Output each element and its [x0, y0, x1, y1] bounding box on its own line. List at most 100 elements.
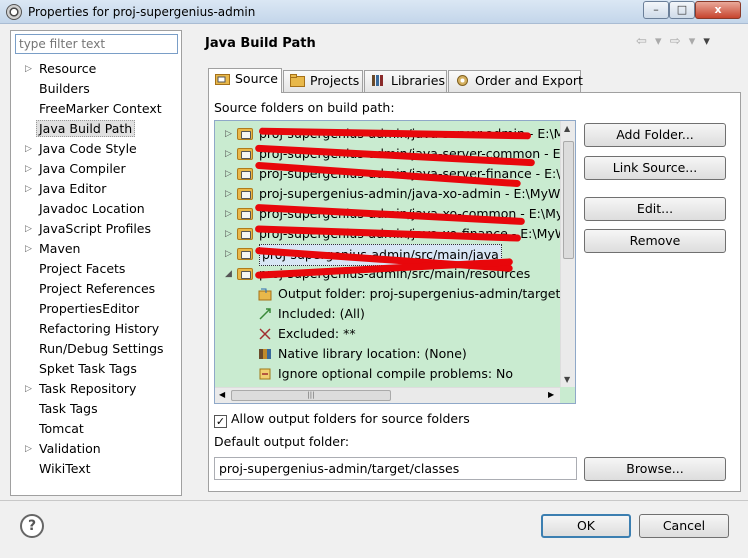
- source-folder-row[interactable]: ▷ proj-supergenius-admin/java-xo-admin - …: [215, 184, 572, 204]
- default-output-field[interactable]: proj-supergenius-admin/target/classes: [214, 457, 577, 480]
- nav-item[interactable]: FreeMarker Context: [11, 99, 181, 119]
- nav-item[interactable]: Tomcat: [11, 419, 181, 439]
- expand-arrow-icon[interactable]: ▷: [25, 379, 32, 399]
- expand-arrow-icon[interactable]: ▷: [225, 164, 232, 184]
- history-nav: ⇦ ▾ ⇨ ▾ ▾: [636, 34, 712, 49]
- ok-button[interactable]: OK: [541, 514, 631, 538]
- minimize-button[interactable]: –: [643, 1, 669, 19]
- nav-item[interactable]: Run/Debug Settings: [11, 339, 181, 359]
- nav-item[interactable]: Spket Task Tags: [11, 359, 181, 379]
- libraries-icon: [372, 75, 383, 86]
- cancel-button[interactable]: Cancel: [639, 514, 729, 538]
- nav-item[interactable]: ▷ Validation: [11, 439, 181, 459]
- expand-arrow-icon[interactable]: ▷: [225, 224, 232, 244]
- tab-order-and-export[interactable]: Order and Export: [448, 70, 583, 92]
- expand-arrow-icon[interactable]: ▷: [225, 244, 232, 264]
- nav-item[interactable]: Project References: [11, 279, 181, 299]
- scroll-left-icon[interactable]: ◀: [219, 390, 225, 399]
- browse-button[interactable]: Browse...: [584, 457, 726, 481]
- nav-item[interactable]: ▷ Java Code Style: [11, 139, 181, 159]
- expand-arrow-icon[interactable]: ▷: [225, 124, 232, 144]
- source-folders-label: Source folders on build path:: [214, 100, 395, 115]
- scroll-down-icon[interactable]: ▼: [564, 375, 570, 384]
- nav-item[interactable]: PropertiesEditor: [11, 299, 181, 319]
- nav-item-label: Project Facets: [39, 261, 126, 276]
- nav-item[interactable]: ▷ Maven: [11, 239, 181, 259]
- help-icon[interactable]: ?: [20, 514, 44, 538]
- tab-libraries[interactable]: Libraries: [364, 70, 447, 92]
- tree-row-label: Ignore optional compile problems: No: [278, 366, 514, 381]
- expand-arrow-icon[interactable]: ▷: [25, 179, 32, 199]
- allow-output-checkbox[interactable]: ✓: [214, 415, 227, 428]
- tab-projects[interactable]: Projects: [283, 70, 363, 92]
- tab-libraries-label: Libraries: [391, 73, 445, 88]
- maximize-button[interactable]: □: [669, 1, 695, 19]
- vertical-scroll-thumb[interactable]: [563, 141, 574, 259]
- back-icon[interactable]: ⇦ ▾: [636, 34, 664, 49]
- expand-arrow-icon[interactable]: ▷: [225, 184, 232, 204]
- expand-arrow-icon[interactable]: ▷: [225, 144, 232, 164]
- nav-item[interactable]: WikiText: [11, 459, 181, 479]
- nav-item[interactable]: Javadoc Location: [11, 199, 181, 219]
- view-menu-icon[interactable]: ▾: [703, 34, 712, 49]
- source-folder-icon: [237, 228, 253, 240]
- nav-item-label: Project References: [39, 281, 156, 296]
- source-folder-icon: [237, 148, 253, 160]
- filter-input[interactable]: [15, 34, 178, 54]
- nav-item-label: Task Repository: [39, 381, 137, 396]
- collapse-arrow-icon[interactable]: ◢: [225, 264, 232, 284]
- tree-row-label: Output folder: proj-supergenius-admin/ta…: [278, 286, 575, 301]
- nav-item[interactable]: Refactoring History: [11, 319, 181, 339]
- tab-source[interactable]: Source: [208, 68, 282, 93]
- link-source-button[interactable]: Link Source...: [584, 156, 726, 180]
- nav-item[interactable]: ▷ Java Editor: [11, 179, 181, 199]
- tree-row-label: Included: (All): [278, 306, 365, 321]
- edit-button[interactable]: Edit...: [584, 197, 726, 221]
- tree-row-label: Excluded: **: [278, 326, 356, 341]
- nav-item[interactable]: ▷ Java Compiler: [11, 159, 181, 179]
- nav-item[interactable]: Java Build Path: [11, 119, 181, 139]
- nav-item-label: Builders: [39, 81, 90, 96]
- property-pages-list: ▷ Resource Builders FreeMarker Context Java …: [11, 59, 181, 479]
- add-folder-button[interactable]: Add Folder...: [584, 123, 726, 147]
- scroll-right-icon[interactable]: ▶: [548, 390, 554, 399]
- tree-attribute-row[interactable]: Native library location: (None): [215, 344, 560, 364]
- nav-item[interactable]: ▷ Task Repository: [11, 379, 181, 399]
- allow-output-label: Allow output folders for source folders: [231, 411, 470, 426]
- expand-arrow-icon[interactable]: ▷: [25, 239, 32, 259]
- page-title: Java Build Path: [205, 36, 316, 51]
- source-folders-tree[interactable]: ▷proj-supergenius-admin/java-server-admi…: [214, 120, 576, 404]
- vertical-scrollbar[interactable]: ▲ ▼: [560, 121, 575, 387]
- nav-item[interactable]: ▷ Resource: [11, 59, 181, 79]
- output-folder-icon: [258, 287, 272, 301]
- tree-attribute-row[interactable]: Ignore optional compile problems: No: [215, 364, 560, 384]
- source-folder-icon: [237, 128, 253, 140]
- forward-icon[interactable]: ⇨ ▾: [670, 34, 698, 49]
- nav-item-label: Validation: [39, 441, 101, 456]
- allow-output-folders-option[interactable]: ✓ Allow output folders for source folders: [214, 411, 470, 428]
- expand-arrow-icon[interactable]: ▷: [25, 219, 32, 239]
- nav-item[interactable]: Builders: [11, 79, 181, 99]
- tree-attribute-row[interactable]: Output folder: proj-supergenius-admin/ta…: [215, 284, 575, 304]
- horizontal-scrollbar[interactable]: ◀ ||| ▶: [215, 387, 560, 403]
- scroll-up-icon[interactable]: ▲: [564, 124, 570, 133]
- expand-arrow-icon[interactable]: ▷: [225, 204, 232, 224]
- nav-item[interactable]: Project Facets: [11, 259, 181, 279]
- expand-arrow-icon[interactable]: ▷: [25, 59, 32, 79]
- close-button[interactable]: x: [695, 1, 741, 19]
- nav-item-label: Refactoring History: [39, 321, 160, 336]
- nav-item-label: JavaScript Profiles: [39, 221, 152, 236]
- remove-button[interactable]: Remove: [584, 229, 726, 253]
- nav-item-label: Java Build Path: [36, 120, 136, 137]
- expand-arrow-icon[interactable]: ▷: [25, 159, 32, 179]
- tree-attribute-row[interactable]: Excluded: **: [215, 324, 560, 344]
- eclipse-icon: [6, 4, 22, 20]
- tree-attribute-row[interactable]: Included: (All): [215, 304, 560, 324]
- nav-item[interactable]: Task Tags: [11, 399, 181, 419]
- nav-item-label: Task Tags: [39, 401, 98, 416]
- expand-arrow-icon[interactable]: ▷: [25, 439, 32, 459]
- nav-item[interactable]: ▷ JavaScript Profiles: [11, 219, 181, 239]
- horizontal-scroll-thumb[interactable]: |||: [231, 390, 391, 401]
- tab-source-label: Source: [235, 71, 278, 86]
- expand-arrow-icon[interactable]: ▷: [25, 139, 32, 159]
